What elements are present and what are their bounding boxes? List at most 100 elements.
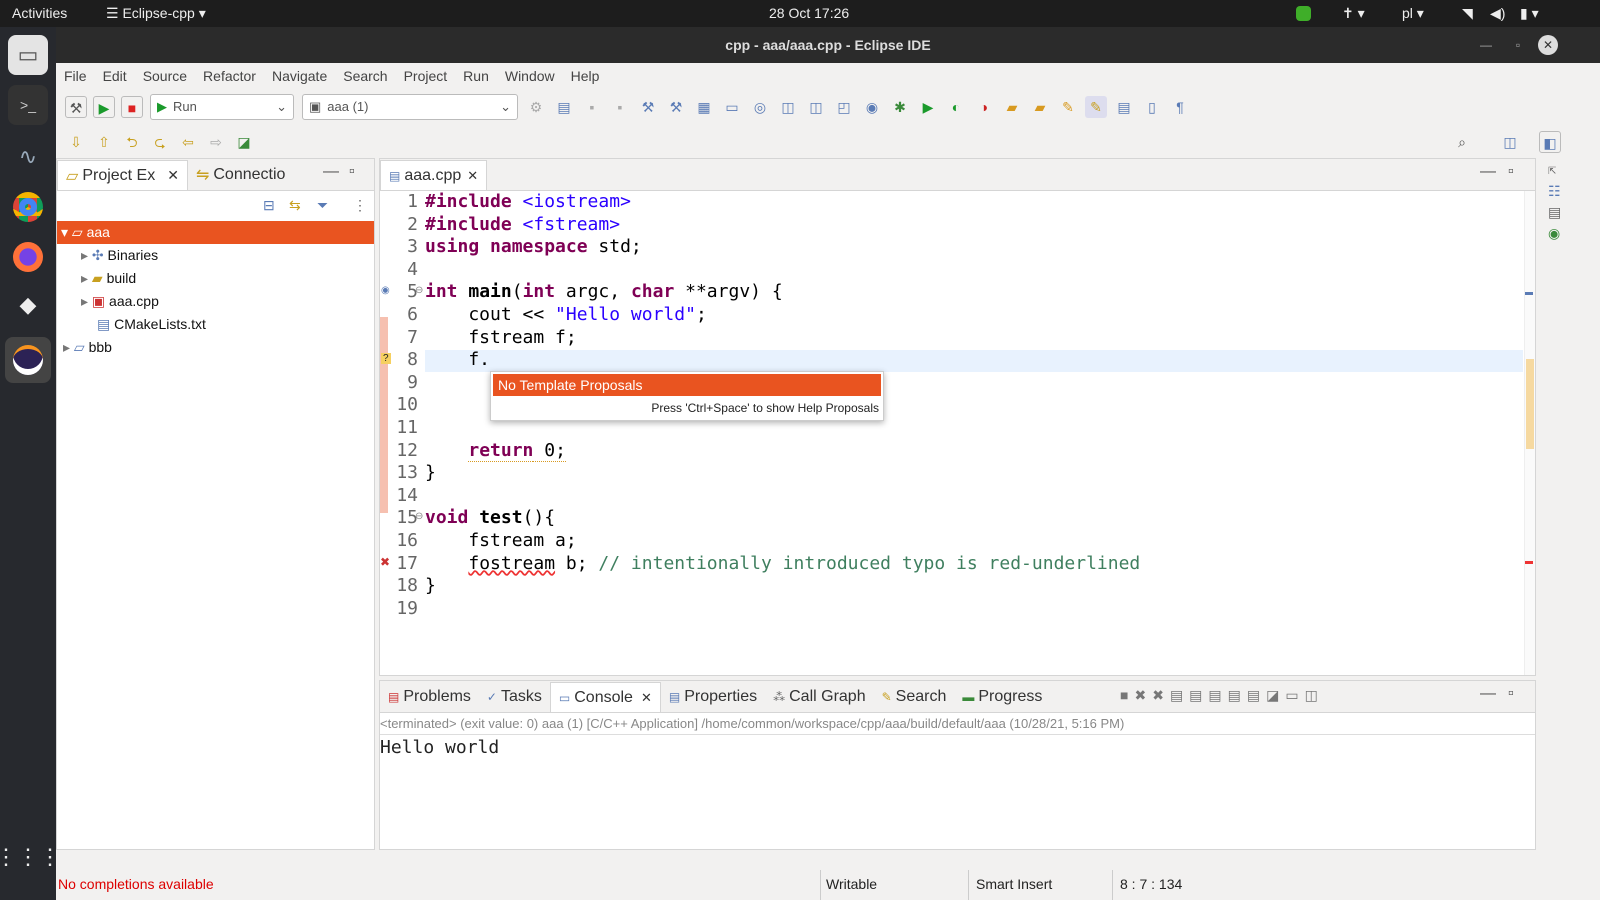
minimize-icon[interactable]: — [1476, 35, 1496, 55]
minimize-view-icon[interactable]: — [1480, 685, 1496, 703]
tab-search[interactable]: ✎ Search [874, 682, 955, 712]
expand-right-icon[interactable]: ▸ [81, 293, 88, 309]
minimize-editor-icon[interactable]: — [1480, 163, 1496, 181]
expand-right-icon[interactable]: ▸ [81, 270, 88, 286]
forward-edit-icon[interactable]: ⮎ [149, 131, 171, 153]
last-edit-icon[interactable]: ⮌ [121, 131, 143, 153]
pin-editor-icon[interactable]: ◪ [233, 131, 255, 153]
terminal-view-icon[interactable]: ▭ [721, 96, 743, 118]
debug-icon[interactable]: ✱ [889, 96, 911, 118]
stop-icon[interactable]: ■ [121, 95, 143, 118]
launch-run-icon[interactable]: ▶ [93, 95, 115, 118]
close-icon[interactable]: ✕ [167, 167, 179, 184]
remove-all-icon[interactable]: ✖ [1152, 687, 1170, 703]
tab-progress[interactable]: ▬ Progress [954, 682, 1050, 712]
collapse-all-icon[interactable]: ⊟ [263, 197, 275, 214]
pin-icon[interactable]: ✎ [1057, 96, 1079, 118]
terminal-icon[interactable]: >_ [8, 85, 48, 125]
maximize-icon[interactable]: ▫ [1508, 35, 1528, 55]
close-icon[interactable]: ✕ [1538, 35, 1558, 55]
chrome-icon[interactable] [8, 187, 48, 227]
menu-window[interactable]: Window [505, 68, 555, 84]
show-on-output-icon[interactable]: ▤ [1228, 687, 1247, 703]
tree-item-aaa-cpp[interactable]: ▸ ▣ aaa.cpp [57, 290, 374, 313]
tree-item-aaa[interactable]: ▾ ▱ aaa [57, 221, 374, 244]
fold-icon[interactable]: ⊖ [415, 285, 423, 296]
maximize-view-icon[interactable]: ▫ [1508, 685, 1514, 703]
show-on-error-icon[interactable]: ▤ [1247, 687, 1266, 703]
app-menu[interactable]: ☰ Eclipse-cpp ▾ [106, 5, 206, 22]
expand-down-icon[interactable]: ▾ [61, 224, 68, 240]
clock[interactable]: 28 Oct 17:26 [769, 5, 849, 21]
tree-item-binaries[interactable]: ▸ ✣ Binaries [57, 244, 374, 267]
cpp-perspective-icon[interactable]: ◧ [1539, 130, 1561, 153]
new-class-icon[interactable]: ◉ [861, 96, 883, 118]
build-hammer-icon[interactable]: ⚒ [65, 95, 87, 118]
mark-occurrences-icon[interactable]: ✎ [1085, 95, 1107, 118]
coverage-icon[interactable]: ◐ [945, 96, 967, 118]
search-icon[interactable]: ⌕ [1451, 131, 1473, 153]
proposal-item[interactable]: No Template Proposals [493, 374, 881, 396]
maximize-editor-icon[interactable]: ▫ [1508, 163, 1514, 181]
new-icon[interactable]: ▤ [553, 96, 575, 118]
new-source-icon[interactable]: ◰ [833, 96, 855, 118]
status-insert-mode[interactable]: Smart Insert [976, 876, 1052, 892]
menu-search[interactable]: Search [343, 68, 387, 84]
previous-annotation-icon[interactable]: ⇧ [93, 131, 115, 153]
display-console-icon[interactable]: ▭ [1285, 687, 1304, 703]
tab-call-graph[interactable]: ⁂ Call Graph [765, 682, 873, 712]
warning-marker-icon[interactable]: ? [381, 353, 391, 364]
open-perspective-icon[interactable]: ◫ [1499, 131, 1521, 153]
expand-right-icon[interactable]: ▸ [81, 247, 88, 263]
tab-aaa-cpp[interactable]: ▤ aaa.cpp ✕ [380, 160, 488, 190]
search-target-icon[interactable]: ◎ [749, 96, 771, 118]
open-folder-icon[interactable]: ▰ [1029, 96, 1051, 118]
firefox-icon[interactable] [8, 237, 48, 277]
launch-mode-select[interactable]: ▶ Run ⌄ [150, 93, 294, 120]
error-marker-icon[interactable]: ✖ [380, 555, 390, 569]
accessibility-icon[interactable]: ✝ ▾ [1342, 5, 1365, 22]
run-icon[interactable]: ▶ [917, 96, 939, 118]
tab-project-explorer[interactable]: ▱ Project Ex ✕ [57, 160, 188, 190]
menu-source[interactable]: Source [143, 68, 187, 84]
battery-icon[interactable]: ▮ ▾ [1520, 5, 1539, 22]
menu-help[interactable]: Help [571, 68, 600, 84]
status-cursor-position[interactable]: 8 : 7 : 134 [1120, 876, 1182, 892]
volume-icon[interactable]: ◀) [1490, 5, 1505, 22]
files-icon[interactable]: ▭ [8, 35, 48, 75]
gear-icon[interactable]: ⚙ [525, 96, 547, 118]
block-selection-icon[interactable]: ▯ [1141, 96, 1163, 118]
minimize-view-icon[interactable]: — [323, 163, 339, 181]
view-menu-icon[interactable]: ⋮ [353, 197, 367, 214]
menu-refactor[interactable]: Refactor [203, 68, 256, 84]
build-config-icon[interactable]: ⚒ [637, 96, 659, 118]
clear-console-icon[interactable]: ▤ [1170, 687, 1189, 703]
menu-file[interactable]: File [64, 68, 87, 84]
next-annotation-icon[interactable]: ▤ [1113, 96, 1135, 118]
tab-console[interactable]: ▭ Console ✕ [549, 682, 661, 712]
tab-properties[interactable]: ▤ Properties [661, 682, 765, 712]
make-target-icon[interactable]: ◉ [1548, 225, 1570, 242]
close-icon[interactable]: ✕ [641, 690, 652, 706]
launch-config-select[interactable]: ▣ aaa (1) ⌄ [302, 93, 518, 120]
tree-item-build[interactable]: ▸ ▰ build [57, 267, 374, 290]
update-check-icon[interactable] [1296, 6, 1311, 21]
tree-item-cmakelists[interactable]: ▤ CMakeLists.txt [57, 313, 374, 336]
show-apps-icon[interactable]: ⋮⋮⋮ [0, 837, 61, 877]
wifi-icon[interactable]: ◥ [1462, 5, 1473, 22]
menu-run[interactable]: Run [463, 68, 489, 84]
system-monitor-icon[interactable]: ∿ [8, 137, 48, 177]
save-icon[interactable]: ▪ [581, 96, 603, 118]
code-editor[interactable]: ◉ ? ✖ 1 2 3 4 5 6 7 8 9 10 11 12 13 14 1… [380, 191, 1535, 675]
binary-icon[interactable]: ▦ [693, 96, 715, 118]
activities-button[interactable]: Activities [12, 5, 67, 21]
remove-launch-icon[interactable]: ✖ [1134, 687, 1152, 703]
include-browser-icon[interactable]: ▤ [1548, 204, 1570, 221]
new-cpp-project-icon[interactable]: ◫ [777, 96, 799, 118]
menu-project[interactable]: Project [404, 68, 448, 84]
filter-icon[interactable]: ⏷ [317, 197, 328, 214]
menu-edit[interactable]: Edit [103, 68, 127, 84]
outline-icon[interactable]: ☷ [1548, 183, 1570, 200]
link-editor-icon[interactable]: ⇆ [289, 197, 301, 214]
next-annotation-down-icon[interactable]: ⇩ [65, 131, 87, 153]
